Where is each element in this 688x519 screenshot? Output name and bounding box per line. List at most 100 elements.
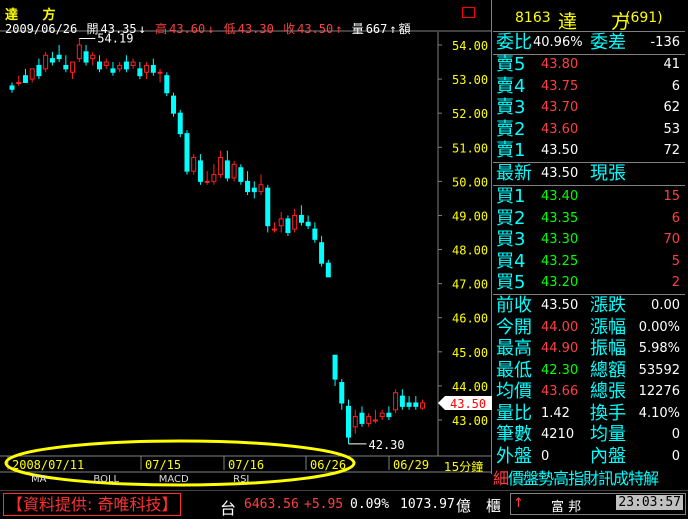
stat-label: 外盤 (496, 445, 532, 467)
stock-code: 8163 (515, 10, 551, 26)
quote-menu-item[interactable]: 財 (583, 468, 599, 490)
candle-body (157, 71, 163, 74)
stat-value: 4210 (541, 427, 575, 442)
level-volume: 5 (671, 253, 680, 269)
y-tick-label: 48.00 (452, 244, 488, 258)
tab-rsi[interactable]: RSI (208, 474, 276, 486)
y-tick-label: 50.00 (452, 175, 488, 189)
broker-clock-box: ↑ 富 邦 23:03:57 (510, 493, 686, 515)
quote-menu-item[interactable]: 訊 (598, 468, 614, 490)
tab-boll[interactable]: BOLL (73, 474, 141, 486)
level-volume: 53 (663, 121, 680, 137)
stat-label: 均量 (590, 424, 626, 445)
quote-menu-item[interactable]: 成 (613, 468, 629, 490)
level-volume: 6 (671, 210, 680, 226)
stat-label: 內盤 (590, 445, 626, 467)
level-price: 43.25 (541, 253, 579, 269)
stat-value: 43.66 (541, 384, 579, 399)
quote-menu-item[interactable]: 特 (628, 468, 644, 490)
candle-body (16, 82, 22, 84)
quote-menu-item[interactable]: 盤 (523, 468, 539, 490)
level-label: 買3 (496, 229, 526, 250)
candlestick-chart[interactable]: 54.00 53.00 52.00 51.00 50.00 49.00 48.00 47.00… (0, 0, 492, 490)
tab-macd[interactable]: MACD (140, 474, 208, 486)
stat-value: 0 (671, 427, 680, 442)
candle-body (305, 221, 311, 227)
y-tick-label: 53.00 (452, 73, 488, 87)
level-volume: 6 (671, 78, 680, 94)
stat-value: 44.00 (541, 319, 579, 335)
quote-menu-item[interactable]: 價 (508, 468, 524, 490)
stat-value: 1.42 (541, 405, 570, 421)
candle-body (171, 95, 177, 114)
stat-label: 今開 (496, 316, 532, 338)
level-volume: 15 (663, 189, 680, 204)
candle-body (245, 180, 251, 193)
ohlc-close-label: 收 (283, 22, 296, 36)
stat-row: 均價 43.66 總張 12276 (493, 381, 685, 402)
stock-count: (691) (625, 10, 663, 26)
ask-row: 賣5 43.80 41 (493, 54, 685, 75)
ratio-value: 40.96% (533, 35, 583, 50)
candle-body (238, 167, 244, 182)
index-change: +5.95 (304, 497, 344, 512)
ask-row: 賣2 43.60 53 (493, 119, 685, 140)
y-tick-label: 45.00 (452, 346, 488, 360)
candle-body (90, 54, 96, 60)
candle-body (292, 214, 298, 230)
stat-row: 前收 43.50 漲跌 0.00 (493, 295, 685, 316)
candle-body (36, 64, 42, 77)
candle-body (372, 419, 378, 422)
level-label: 買5 (496, 272, 526, 293)
quote-header: 8163 達 方 (691) (493, 6, 688, 33)
indicator-tabs: MA BOLL MACD RSI (5, 474, 275, 486)
candle-body (184, 133, 190, 172)
candle-body (123, 61, 129, 70)
otc-label[interactable]: 櫃 (486, 495, 501, 516)
candle-body (352, 416, 358, 428)
quote-menu-item[interactable]: 高 (553, 468, 569, 490)
candle-body (43, 54, 49, 70)
stat-value: 53592 (638, 362, 680, 378)
ohlc-date: 2009/06/26 (5, 22, 78, 36)
down-arrow-icon: ↓ (138, 22, 146, 36)
candle-body (379, 412, 385, 418)
level-label: 買2 (496, 207, 526, 229)
stat-label: 前收 (496, 295, 532, 316)
up-arrow-icon: ↑ (513, 496, 524, 511)
level-label: 賣4 (496, 75, 526, 97)
quote-menu-item[interactable]: 細 (493, 468, 509, 490)
clock: 23:03:57 (616, 495, 683, 510)
candle-body (63, 64, 69, 70)
level-volume: 41 (663, 57, 680, 72)
quote-menu-item[interactable]: 解 (643, 468, 659, 490)
candle-body (359, 412, 365, 424)
level-price: 43.50 (541, 143, 579, 158)
ohlc-amount-label: 額 (398, 22, 411, 36)
ask-row: 賣4 43.75 6 (493, 76, 685, 97)
level-volume: 70 (663, 232, 680, 247)
candle-body (278, 218, 284, 227)
quote-menu-item[interactable]: 指 (568, 468, 584, 490)
level-label: 賣1 (496, 140, 526, 161)
bid-row: 買2 43.35 6 (493, 208, 685, 229)
level-label: 買1 (496, 186, 526, 207)
ratio-label: 委比 (496, 32, 532, 53)
chart-panel[interactable]: 54.00 53.00 52.00 51.00 50.00 49.00 48.00 47.00… (0, 0, 492, 487)
tab-ma[interactable]: MA (5, 474, 73, 486)
level-label: 賣2 (496, 118, 526, 140)
candle-body (224, 160, 230, 179)
x-tick-label: 07/16 (228, 458, 264, 472)
broker-name: 富 邦 (551, 500, 582, 515)
candle-body (346, 405, 352, 438)
stat-label: 換手 (590, 402, 626, 424)
candle-body (211, 174, 217, 182)
candle-body (413, 402, 419, 407)
quote-menu-item[interactable]: 勢 (538, 468, 554, 490)
level-volume: 2 (671, 275, 680, 290)
provider-label: 【資料提供: 奇唯科技】 (3, 493, 182, 516)
candle-body (332, 354, 338, 380)
period-label[interactable]: 15分鐘 (444, 458, 483, 475)
chart-menu-button[interactable] (462, 7, 475, 18)
y-tick-label: 49.00 (452, 209, 488, 223)
